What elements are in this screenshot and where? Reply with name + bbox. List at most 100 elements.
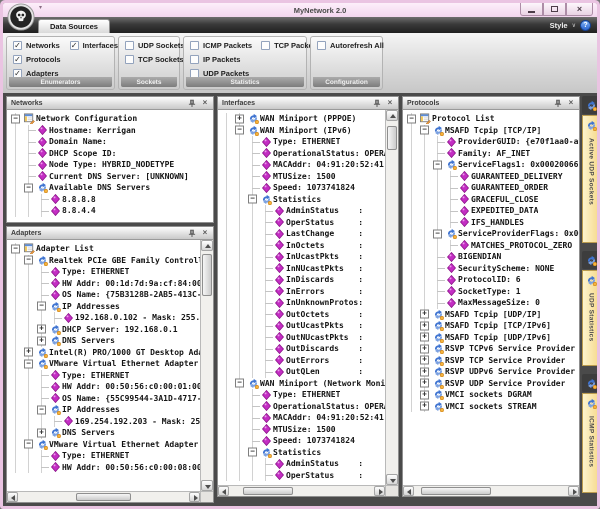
interfaces-panel-header[interactable]: Interfaces × [218, 97, 398, 110]
tree-item[interactable]: −IP Addresses [10, 404, 200, 416]
tree-item[interactable]: MACAddr: 04:91:20:52:41:53 [221, 159, 385, 171]
tree-item[interactable]: HW Addr: 00:50:56:c0:00:08:00:00 [10, 462, 200, 474]
tree-item[interactable]: OutNUcastPkts : [221, 332, 385, 344]
tree-item[interactable]: ProtocolID: 6 [406, 274, 579, 286]
tree-item[interactable]: HW Addr: 00:1d:7d:9a:cf:84:00:00 [10, 278, 200, 290]
tree-item[interactable]: −Adapter List [10, 243, 200, 255]
expand-toggle[interactable]: − [24, 183, 33, 192]
tree-item[interactable]: +MSAFD Tcpip [TCP/IPv6] [406, 320, 579, 332]
app-menu-orb[interactable] [7, 3, 35, 31]
expand-toggle[interactable]: − [11, 244, 20, 253]
close-button[interactable]: × [566, 3, 593, 16]
expand-toggle[interactable]: − [433, 160, 442, 169]
tree-item[interactable]: GUARANTEED_ORDER [406, 182, 579, 194]
expand-toggle[interactable]: − [407, 114, 416, 123]
tree-item[interactable]: MACAddr: 04:91:20:52:41:53 [221, 412, 385, 424]
checkbox-ip-packets[interactable]: IP Packets [190, 55, 252, 64]
tree-item[interactable]: Domain Name: [10, 136, 213, 148]
expand-toggle[interactable]: − [24, 359, 33, 368]
side-tab-udp-statistics[interactable]: UDP Statistics [582, 270, 600, 366]
side-tab-icmp-statistics[interactable]: ICMP Statistics [582, 393, 600, 493]
scrollbar-thumb[interactable] [202, 254, 212, 296]
tree-item[interactable]: Speed: 1073741824 [221, 182, 385, 194]
expand-toggle[interactable]: + [37, 336, 46, 345]
tree-item[interactable]: LastChange : [221, 228, 385, 240]
tree-item[interactable]: Type: ETHERNET [10, 370, 200, 382]
tree-item[interactable]: −Network Configuration [10, 113, 213, 125]
adapters-panel-header[interactable]: Adapters × [7, 227, 213, 240]
tree-item[interactable]: Type: ETHERNET [10, 450, 200, 462]
chevron-down-icon[interactable]: ∨ [572, 22, 576, 29]
tree-item[interactable]: +VMCI sockets DGRAM [406, 389, 579, 401]
tree-item[interactable]: ProviderGUID: {e70f1aa0-ab8b- [406, 136, 579, 148]
tree-item[interactable]: +RSVP TCP Service Provider [406, 355, 579, 367]
tree-item[interactable]: InUcastPkts : [221, 251, 385, 263]
tree-item[interactable]: MATCHES_PROTOCOL_ZERO [406, 240, 579, 252]
tree-item[interactable]: −Realtek PCIe GBE Family Controller [10, 255, 200, 267]
tree-item[interactable]: +DNS Servers [10, 335, 200, 347]
expand-toggle[interactable]: + [37, 428, 46, 437]
tree-item[interactable]: −VMware Virtual Ethernet Adapter for [10, 358, 200, 370]
tree-item[interactable]: InOctets : [221, 240, 385, 252]
tree-item[interactable]: +VMCI sockets STREAM [406, 401, 579, 413]
tree-item[interactable]: MTUSize: 1500 [221, 171, 385, 183]
expand-toggle[interactable]: − [248, 195, 257, 204]
tree-item[interactable]: OutUcastPkts : [221, 320, 385, 332]
expand-toggle[interactable]: − [37, 405, 46, 414]
expand-toggle[interactable]: + [37, 325, 46, 334]
checkbox-networks[interactable]: ✓Networks [13, 41, 61, 50]
side-tab-icon-chip[interactable] [582, 374, 600, 392]
checkbox-protocols[interactable]: ✓Protocols [13, 55, 61, 64]
tree-item[interactable]: +DHCP Server: 192.168.0.1 [10, 324, 200, 336]
tree-item[interactable]: Family: AF_INET [406, 148, 579, 160]
tree-item[interactable]: −ServiceProviderFlags: 0x000000 [406, 228, 579, 240]
style-button[interactable]: Style [550, 21, 568, 30]
tree-item[interactable]: Type: ETHERNET [221, 136, 385, 148]
tree-item[interactable]: +DNS Servers [10, 427, 200, 439]
tree-item[interactable]: 192.168.0.102 - Mask: 255.255. [10, 312, 200, 324]
horizontal-scrollbar[interactable] [218, 485, 385, 496]
pin-icon[interactable] [372, 98, 382, 108]
tree-item[interactable]: −Protocol List [406, 113, 579, 125]
close-icon[interactable]: × [566, 98, 576, 108]
expand-toggle[interactable]: + [420, 344, 429, 353]
scrollbar-thumb[interactable] [421, 487, 491, 495]
expand-toggle[interactable]: + [420, 321, 429, 330]
tree-item[interactable]: OS Name: {55C99544-3A1D-4717-993 [10, 393, 200, 405]
tree-item[interactable]: InNUcastPkts : [221, 263, 385, 275]
scroll-right-button[interactable] [568, 486, 579, 496]
tree-item[interactable]: −ServiceFlags1: 0x00020066 [406, 159, 579, 171]
expand-toggle[interactable]: + [420, 367, 429, 376]
scroll-up-button[interactable] [201, 240, 213, 251]
checkbox-autorefresh-all[interactable]: Autorefresh All [317, 41, 384, 50]
tree-item[interactable]: +MSAFD Tcpip [UDP/IP] [406, 309, 579, 321]
scroll-up-button[interactable] [386, 110, 398, 121]
scroll-right-button[interactable] [374, 486, 385, 496]
tree-item[interactable]: OperStatus : [221, 470, 385, 482]
tree-item[interactable]: −WAN Miniport (Network Monitor) [221, 378, 385, 390]
expand-toggle[interactable]: + [420, 333, 429, 342]
scroll-right-button[interactable] [189, 492, 200, 502]
tree-item[interactable]: OutDiscards : [221, 343, 385, 355]
expand-toggle[interactable]: + [420, 390, 429, 399]
tree-item[interactable]: +WAN Miniport (PPPOE) [221, 113, 385, 125]
scroll-left-button[interactable] [403, 486, 414, 496]
vertical-scrollbar[interactable] [200, 240, 213, 491]
expand-toggle[interactable]: − [248, 448, 257, 457]
tree-item[interactable]: SecurityScheme: NONE [406, 263, 579, 275]
tree-item[interactable]: InErrors : [221, 286, 385, 298]
scrollbar-thumb[interactable] [387, 126, 397, 150]
expand-toggle[interactable]: − [235, 126, 244, 135]
tree-item[interactable]: OS Name: {75B3128B-2AB5-413C-BFB [10, 289, 200, 301]
expand-toggle[interactable]: + [420, 402, 429, 411]
tree-item[interactable]: +RSVP UDP Service Provider [406, 378, 579, 390]
tree-item[interactable]: +MSAFD Tcpip [UDP/IPv6] [406, 332, 579, 344]
quick-access-dropdown-icon[interactable]: ▾ [39, 4, 42, 11]
tree-item[interactable]: −Available DNS Servers [10, 182, 213, 194]
side-tab-icon-chip[interactable] [582, 251, 600, 269]
close-icon[interactable]: × [200, 98, 210, 108]
vertical-scrollbar[interactable] [385, 110, 398, 485]
scroll-left-button[interactable] [7, 492, 18, 502]
expand-toggle[interactable]: − [11, 114, 20, 123]
tree-item[interactable]: OutErrors : [221, 355, 385, 367]
